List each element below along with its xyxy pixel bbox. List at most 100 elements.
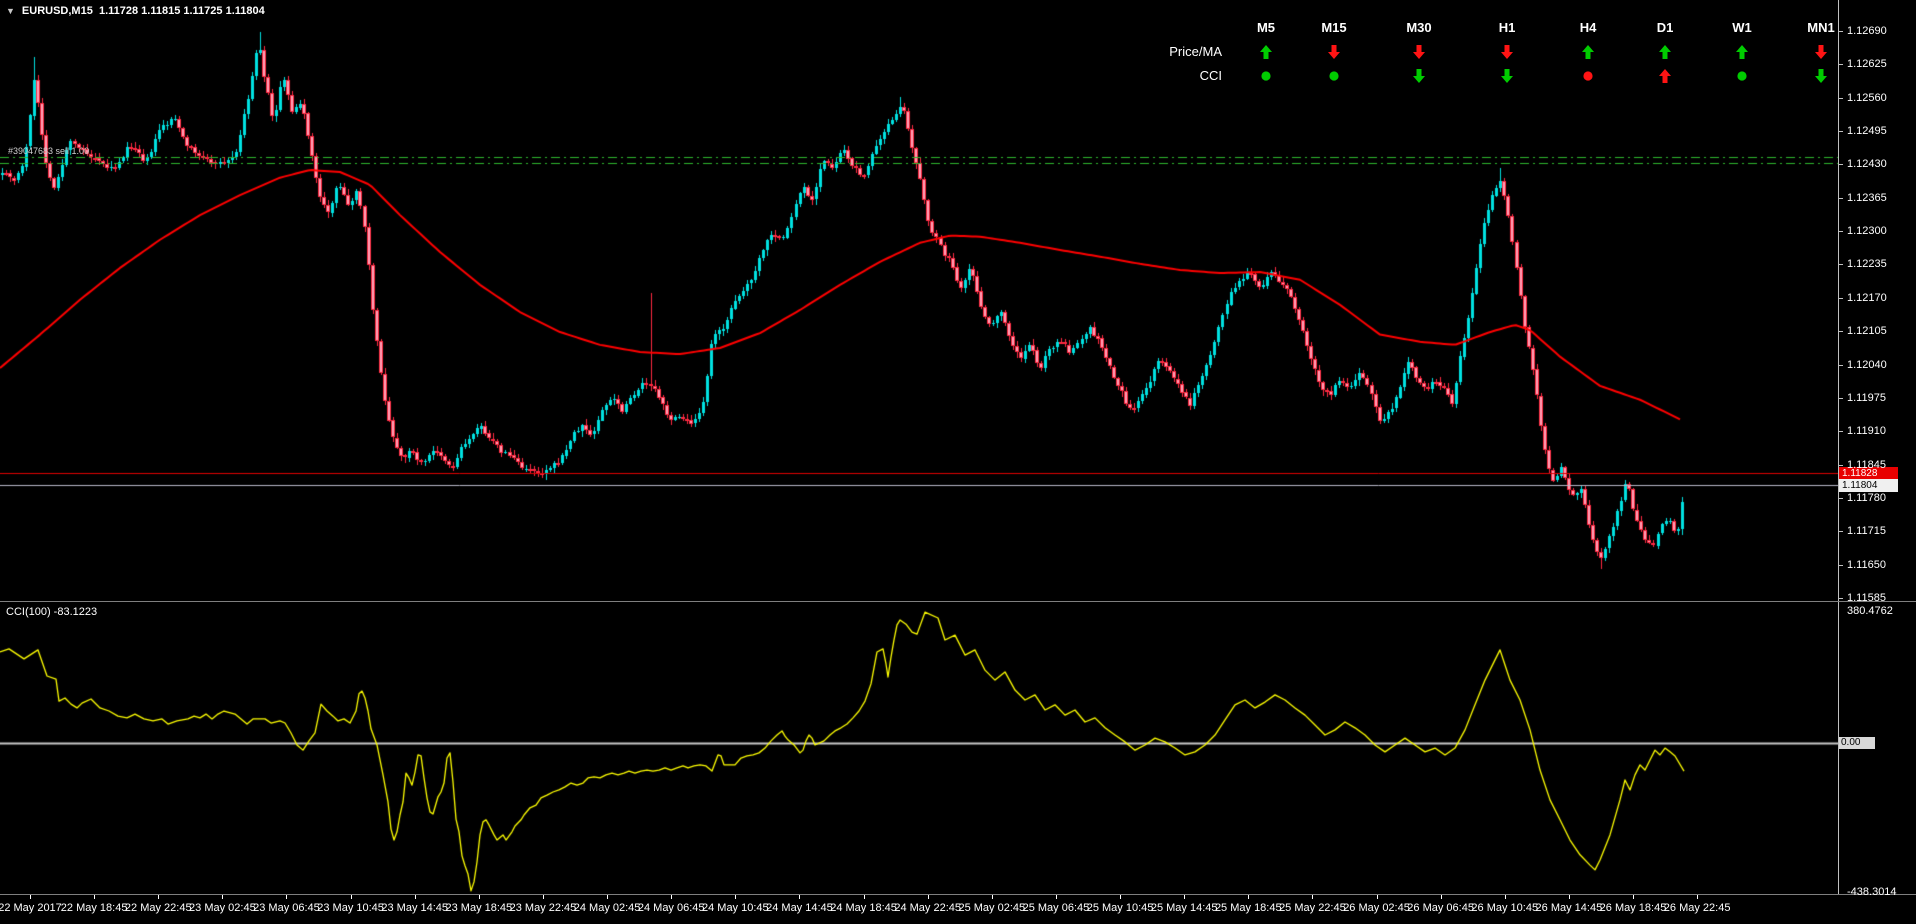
time-scale-label: 26 May 14:45 bbox=[1535, 902, 1603, 914]
time-scale-tick bbox=[1697, 895, 1699, 899]
time-scale-tick bbox=[414, 895, 416, 899]
price-scale-tick bbox=[1838, 97, 1843, 99]
time-scale-tick bbox=[542, 895, 544, 899]
time-scale-tick bbox=[1312, 895, 1314, 899]
time-scale-tick bbox=[478, 895, 480, 899]
time-scale-label: 24 May 10:45 bbox=[701, 902, 769, 914]
timeframe-header-W1: W1 bbox=[1732, 20, 1752, 35]
time-scale-tick bbox=[350, 895, 352, 899]
price-scale-label: 1.11715 bbox=[1847, 525, 1886, 538]
price-scale-tick bbox=[1838, 331, 1843, 333]
down-arrow-icon bbox=[1815, 69, 1827, 83]
signal-price-ma-M15 bbox=[1326, 44, 1342, 60]
signal-cci-MN1 bbox=[1813, 68, 1829, 84]
time-scale-label: 25 May 18:45 bbox=[1214, 902, 1282, 914]
time-scale-tick bbox=[735, 895, 737, 899]
time-scale-label: 23 May 02:45 bbox=[189, 902, 256, 914]
up-arrow-icon bbox=[1260, 45, 1272, 59]
price-scale-label: 1.12430 bbox=[1847, 158, 1887, 171]
time-scale-tick bbox=[94, 895, 96, 899]
price-scale-tick bbox=[1838, 397, 1843, 399]
price-scale-label: 1.11975 bbox=[1847, 391, 1886, 404]
signal-cci-M15 bbox=[1326, 68, 1342, 84]
mt4-chart-window: ▼ EURUSD,M15 1.11728 1.11815 1.11725 1.11… bbox=[0, 0, 1916, 924]
price-scale-label: 1.12560 bbox=[1847, 91, 1887, 104]
cci-row-label: CCI bbox=[1199, 68, 1222, 83]
timeframe-header-M15: M15 bbox=[1321, 20, 1347, 35]
time-scale-tick bbox=[1568, 895, 1570, 899]
cci-scale-max-label: 380.4762 bbox=[1847, 605, 1893, 617]
signal-cci-H4 bbox=[1580, 68, 1596, 84]
signal-cci-M5 bbox=[1258, 68, 1274, 84]
signal-cci-W1 bbox=[1734, 68, 1750, 84]
price-scale-tick bbox=[1838, 197, 1843, 199]
price-scale-tick bbox=[1838, 31, 1843, 32]
down-arrow-icon bbox=[1501, 45, 1513, 59]
up-arrow-icon bbox=[1582, 45, 1594, 59]
down-arrow-icon bbox=[1413, 69, 1425, 83]
time-scale-label: 24 May 14:45 bbox=[766, 902, 833, 914]
time-scale-tick bbox=[671, 895, 673, 899]
time-scale-label: 26 May 22:45 bbox=[1663, 902, 1731, 914]
price-scale-label: 1.12495 bbox=[1847, 125, 1887, 138]
price-scale-tick bbox=[1838, 531, 1843, 533]
time-scale-label: 24 May 18:45 bbox=[830, 902, 897, 914]
time-scale-tick bbox=[863, 895, 865, 899]
price-scale-tick bbox=[1838, 564, 1843, 566]
dot-icon bbox=[1583, 71, 1593, 81]
price-ma-row-label: Price/MA bbox=[1169, 44, 1222, 59]
signal-cci-M30 bbox=[1411, 68, 1427, 84]
time-scale-tick bbox=[1376, 895, 1378, 899]
time-scale-label: 24 May 06:45 bbox=[637, 902, 705, 914]
time-scale-tick bbox=[1504, 895, 1506, 899]
price-scale-tick bbox=[1838, 464, 1843, 466]
signal-price-ma-H4 bbox=[1580, 44, 1596, 60]
price-scale-label: 1.12105 bbox=[1847, 325, 1887, 338]
symbol-label: EURUSD,M15 bbox=[21, 5, 93, 17]
time-scale-label: 25 May 06:45 bbox=[1022, 902, 1090, 914]
time-scale-tick bbox=[1440, 895, 1442, 899]
price-scale-label: 1.12300 bbox=[1847, 225, 1887, 238]
price-scale-tick bbox=[1838, 64, 1843, 66]
timeframe-header-M30: M30 bbox=[1406, 20, 1432, 35]
down-arrow-icon bbox=[1501, 69, 1513, 83]
time-scale-label: 23 May 10:45 bbox=[317, 902, 384, 914]
price-scale-label: 1.11650 bbox=[1847, 558, 1886, 571]
symbol-dropdown-icon[interactable]: ▼ bbox=[6, 6, 15, 16]
time-scale-label: 23 May 14:45 bbox=[381, 902, 449, 914]
up-arrow-icon bbox=[1659, 45, 1671, 59]
ohlc-values: 1.11728 1.11815 1.11725 1.11804 bbox=[98, 5, 265, 17]
time-scale-label: 23 May 06:45 bbox=[253, 902, 320, 914]
price-scale-label: 1.11910 bbox=[1847, 425, 1886, 438]
price-scale-label: 1.11585 bbox=[1847, 591, 1886, 604]
timeframe-header-H4: H4 bbox=[1579, 20, 1597, 35]
signal-price-ma-D1 bbox=[1657, 44, 1673, 60]
time-scale-label: 23 May 22:45 bbox=[509, 902, 577, 914]
time-scale-label: 26 May 06:45 bbox=[1407, 902, 1474, 914]
time-scale-tick bbox=[286, 895, 288, 899]
cci-indicator-canvas[interactable] bbox=[0, 603, 1838, 894]
time-scale-label: 22 May 2017 bbox=[0, 902, 62, 914]
down-arrow-icon bbox=[1815, 45, 1827, 59]
time-scale-label: 22 May 18:45 bbox=[60, 902, 128, 914]
up-arrow-icon bbox=[1659, 69, 1671, 83]
price-scale-tick bbox=[1838, 431, 1843, 433]
time-scale-tick bbox=[222, 895, 224, 899]
cci-indicator-label: CCI(100) -83.1223 bbox=[6, 606, 98, 618]
down-arrow-icon bbox=[1328, 45, 1340, 59]
price-scale-tick bbox=[1838, 297, 1843, 299]
dot-icon bbox=[1329, 71, 1339, 81]
cci-scale-min-label: -438.3014 bbox=[1847, 886, 1897, 898]
timeframe-header-D1: D1 bbox=[1656, 20, 1674, 35]
panel-separator[interactable] bbox=[0, 601, 1916, 602]
price-scale-tick bbox=[1838, 364, 1843, 366]
order-line-label: #39047683 sell 1.00 bbox=[8, 146, 90, 156]
price-scale-label: 1.12170 bbox=[1847, 291, 1887, 304]
time-scale-tick bbox=[30, 895, 31, 899]
price-scale-tick bbox=[1838, 597, 1843, 599]
time-scale-label: 26 May 10:45 bbox=[1471, 902, 1539, 914]
price-chart-canvas[interactable] bbox=[0, 0, 1838, 601]
timeframe-header-MN1: MN1 bbox=[1807, 20, 1835, 35]
time-scale-tick bbox=[1248, 895, 1250, 899]
time-scale-label: 26 May 18:45 bbox=[1599, 902, 1667, 914]
